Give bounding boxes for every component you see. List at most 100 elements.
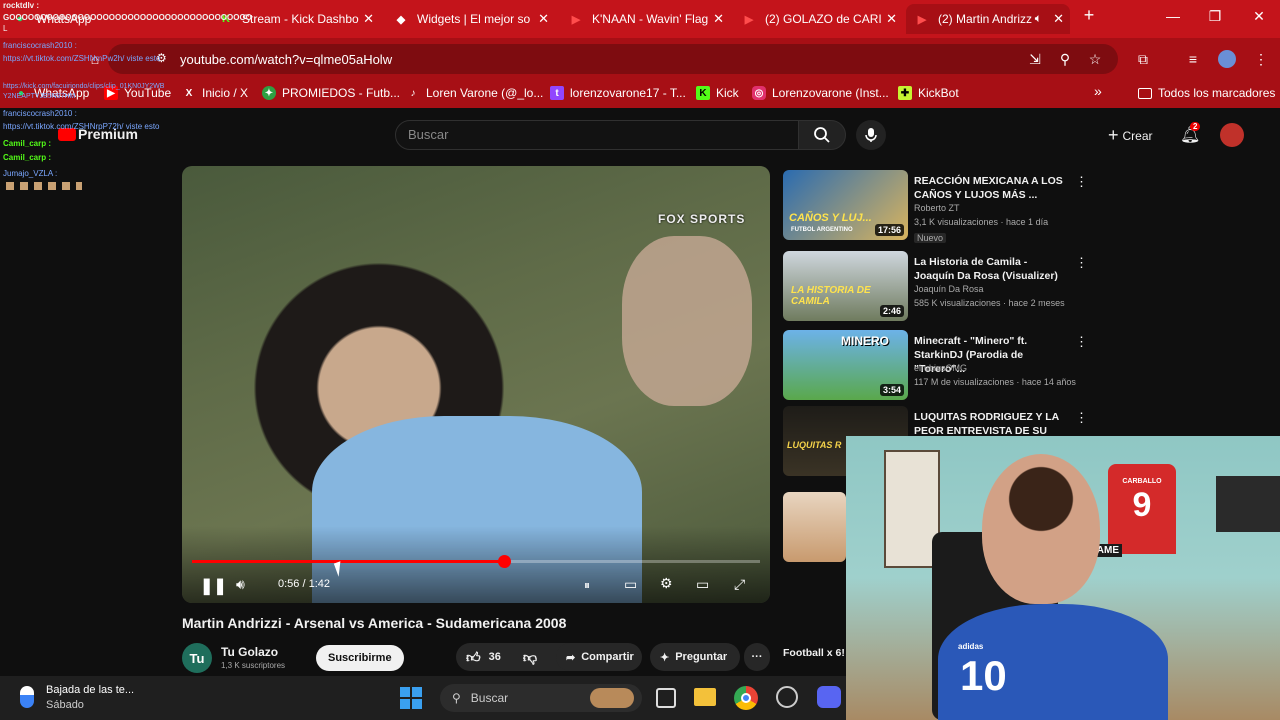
bookmark-label: Kick <box>716 86 739 100</box>
instagram-icon: ◎ <box>752 86 766 100</box>
file-explorer-icon[interactable] <box>694 688 716 706</box>
chat-user: Camil_carp : <box>3 153 52 162</box>
bookmark-label: Todos los marcadores <box>1158 86 1276 100</box>
close-icon[interactable]: ✕ <box>713 11 724 27</box>
address-bar[interactable]: ⚙ youtube.com/watch?v=qlme05aHolw <box>108 44 1118 74</box>
recommended-video[interactable]: LA HISTORIA DE CAMILA 2:46 La Historia d… <box>783 251 1088 323</box>
webcam-overlay: CARBALLO 9 GAME adidas 10 <box>846 436 1280 720</box>
create-button[interactable]: + Crear <box>1108 125 1153 146</box>
install-app-icon[interactable]: ⇲ <box>1026 50 1044 68</box>
task-view-icon[interactable] <box>656 688 676 708</box>
channel-name[interactable]: Tu Golazo <box>221 645 278 659</box>
close-icon[interactable]: ✕ <box>886 11 897 27</box>
video-meta: 3,1 K visualizaciones · hace 1 día <box>914 217 1049 227</box>
theater-mode-icon[interactable]: ▭ <box>696 576 709 593</box>
chrome-icon[interactable] <box>734 686 758 710</box>
youtube-icon: ▶ <box>917 13 927 26</box>
weather-icon[interactable] <box>20 686 34 708</box>
youtube-icon: ▶ <box>744 13 754 26</box>
taskbar-search[interactable]: ⚲ Buscar <box>440 684 642 712</box>
autoplay-toggle-icon[interactable]: ⏸ <box>584 578 590 593</box>
windows-start-icon[interactable] <box>400 687 422 709</box>
more-options-icon[interactable]: ⋮ <box>1075 334 1088 350</box>
more-actions-button[interactable]: ··· <box>744 643 770 671</box>
new-tab-button[interactable]: + <box>1078 5 1100 26</box>
youtube-header: Premium Buscar + Crear 🔔︎ 2 <box>0 108 1280 160</box>
extensions-icon[interactable]: ⧉ <box>1134 50 1152 68</box>
bookmark-twitch[interactable]: t lorenzovarone17 - T... <box>550 86 686 100</box>
app-icon[interactable] <box>776 686 798 708</box>
volume-icon[interactable]: 🔊︎ <box>236 576 245 593</box>
chat-message: Y2NEAPTYJE5N97HM <box>3 93 76 100</box>
window-close-icon[interactable]: ✕ <box>1248 8 1270 25</box>
zoom-icon[interactable]: ⚲ <box>1056 50 1074 68</box>
channel-name[interactable]: elrubiusOMG <box>914 363 967 373</box>
search-input[interactable]: Buscar <box>395 120 799 150</box>
more-options-icon[interactable]: ⋮ <box>1075 410 1088 426</box>
bookmark-star-icon[interactable]: ☆ <box>1086 50 1104 68</box>
minimize-icon[interactable]: — <box>1162 8 1184 24</box>
pause-button[interactable]: ❚❚ <box>200 576 227 596</box>
jersey-brand: adidas <box>958 642 984 651</box>
like-icon[interactable]: 👍︎ <box>466 649 481 666</box>
share-button[interactable]: ➦ Compartir <box>556 643 642 671</box>
video-title[interactable]: La Historia de Camila - Joaquín Da Rosa … <box>914 255 1064 283</box>
video-thumbnail[interactable]: MINERO 3:54 <box>783 330 908 400</box>
speaker-icon[interactable]: 🔈︎ <box>1035 11 1042 26</box>
more-options-icon[interactable]: ⋮ <box>1075 255 1088 271</box>
profile-avatar[interactable] <box>1218 50 1236 68</box>
thumbnail-subtext: FUTBOL ARGENTINO <box>791 227 853 233</box>
recommended-video[interactable]: MINERO 3:54 Minecraft - "Minero" ft. Sta… <box>783 330 1088 402</box>
voice-search-button[interactable] <box>856 120 886 150</box>
recommended-video-title-partial[interactable]: Football x 6! <box>783 647 845 659</box>
ask-button[interactable]: ✦ Preguntar <box>650 643 740 671</box>
video-title[interactable]: REACCIÓN MEXICANA A LOS CAÑOS Y LUJOS MÁ… <box>914 174 1064 202</box>
bookmark-label: Lorenzovarone (Inst... <box>772 86 889 100</box>
promiedos-icon: ✦ <box>262 86 276 100</box>
wall-tv <box>1216 476 1280 532</box>
channel-name[interactable]: Roberto ZT <box>914 203 960 213</box>
windows-taskbar: Bajada de las te... Sábado ⚲ Buscar <box>0 676 846 720</box>
bookmark-kick[interactable]: K Kick <box>696 86 739 100</box>
close-icon[interactable]: ✕ <box>363 11 374 27</box>
bookmark-promiedos[interactable]: ✦ PROMIEDOS - Futb... <box>262 86 400 100</box>
dislike-icon[interactable]: 👎︎ <box>523 649 537 666</box>
video-thumbnail[interactable]: LA HISTORIA DE CAMILA 2:46 <box>783 251 908 321</box>
channel-avatar[interactable]: Tu <box>182 643 212 673</box>
bookmark-kickbot[interactable]: ✚ KickBot <box>898 86 959 100</box>
media-control-icon[interactable]: ≡ <box>1184 50 1202 68</box>
weather-title[interactable]: Bajada de las te... <box>46 684 134 696</box>
bookmark-instagram[interactable]: ◎ Lorenzovarone (Inst... <box>752 86 889 100</box>
tab-widgets[interactable]: ◆ Widgets | El mejor so ✕ <box>385 4 555 34</box>
close-icon[interactable]: ✕ <box>538 11 549 27</box>
chat-user: rocktdlv : <box>3 1 40 10</box>
browser-menu-icon[interactable]: ⋮ <box>1252 50 1270 68</box>
tab-martin-andrizzi[interactable]: ▶ (2) Martin Andrizz 🔈︎ ✕ <box>906 4 1070 34</box>
video-thumbnail[interactable]: CAÑOS Y LUJ... FUTBOL ARGENTINO 17:56 <box>783 170 908 240</box>
video-progress-bar[interactable] <box>192 555 760 568</box>
video-thumbnail[interactable] <box>783 492 846 562</box>
tab-knaan[interactable]: ▶ K'NAAN - Wavin' Flag ✕ <box>560 4 730 34</box>
bookmark-x[interactable]: X Inicio / X <box>182 86 248 100</box>
bookmark-tiktok[interactable]: ♪ Loren Varone (@_lo... <box>406 86 544 100</box>
settings-gear-icon[interactable]: ⚙ <box>660 575 673 592</box>
video-meta: 585 K visualizaciones · hace 2 meses <box>914 298 1065 308</box>
channel-name[interactable]: Joaquín Da Rosa <box>914 284 984 294</box>
wall-jersey-number: 9 <box>1132 486 1152 524</box>
close-icon[interactable]: ✕ <box>1053 11 1064 27</box>
subtitles-icon[interactable]: ▭ <box>624 576 637 593</box>
chat-message: L <box>3 24 8 33</box>
subscribe-button[interactable]: Suscribirme <box>316 645 404 671</box>
recommended-video[interactable]: CAÑOS Y LUJ... FUTBOL ARGENTINO 17:56 RE… <box>783 170 1088 243</box>
more-bookmarks-button[interactable]: » <box>1094 83 1102 99</box>
all-bookmarks-folder[interactable]: Todos los marcadores <box>1138 86 1275 100</box>
video-player[interactable]: FOX SPORTS ❚❚ 🔊︎ 0:56 / 1:42 ⏸ ▭ ⚙ ▭ ⤢ <box>182 166 770 603</box>
discord-icon[interactable] <box>817 686 841 708</box>
progress-fill <box>192 560 505 563</box>
tab-golazo[interactable]: ▶ (2) GOLAZO de CARI ✕ <box>733 4 903 34</box>
more-options-icon[interactable]: ⋮ <box>1075 174 1088 190</box>
maximize-icon[interactable]: ❐ <box>1204 8 1226 25</box>
search-button[interactable] <box>798 120 846 150</box>
fullscreen-icon[interactable]: ⤢ <box>734 576 745 593</box>
account-avatar[interactable] <box>1220 123 1244 147</box>
